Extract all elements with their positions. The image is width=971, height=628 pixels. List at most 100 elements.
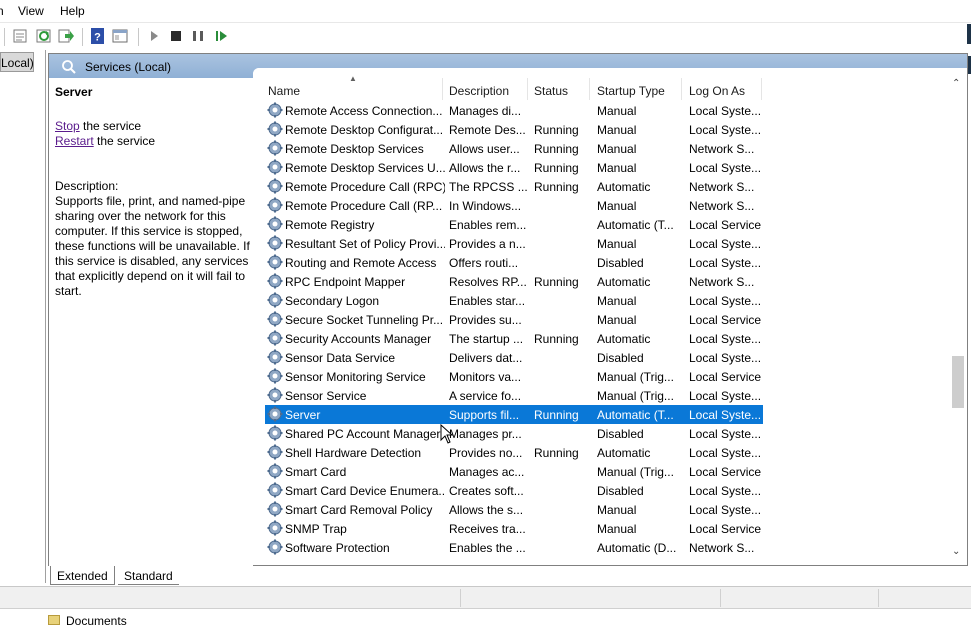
cell-log-on-as: Network S... (689, 541, 755, 555)
table-row[interactable]: Remote Registry Enables rem... Automatic (… (265, 215, 763, 234)
column-header-startup-type[interactable]: Startup Type (597, 84, 665, 98)
table-row[interactable]: RPC Endpoint Mapper Resolves RP... Running… (265, 272, 763, 291)
gear-icon (267, 178, 283, 194)
cell-name: Security Accounts Manager (285, 332, 432, 346)
status-bar (0, 586, 971, 608)
cell-startup-type: Automatic (597, 275, 651, 289)
gear-icon (267, 463, 283, 479)
column-divider[interactable] (681, 78, 682, 100)
cell-description: In Windows... (449, 199, 522, 213)
table-row[interactable]: Server Supports fil... Running Automatic (T… (265, 405, 763, 424)
toolbar-separator (4, 28, 5, 46)
description-label: Description: (55, 179, 119, 193)
cell-startup-type: Manual (597, 142, 637, 156)
table-row[interactable]: Smart Card Removal Policy Allows the s...… (265, 500, 763, 519)
play-icon[interactable] (146, 28, 162, 44)
cell-startup-type: Disabled (597, 427, 644, 441)
restart-suffix: the service (93, 134, 156, 148)
table-row[interactable]: Remote Procedure Call (RPC) The RPCSS ...… (265, 177, 763, 196)
status-divider (460, 589, 461, 607)
cell-log-on-as: Local Syste... (689, 237, 762, 251)
table-row[interactable]: Smart Card Manages ac... Manual (Trig... Lo… (265, 462, 763, 481)
stop-icon[interactable] (168, 28, 184, 44)
export-icon[interactable] (58, 28, 74, 44)
tab-extended[interactable]: Extended (50, 566, 115, 585)
table-row[interactable]: Sensor Data Service Delivers dat... Disabl… (265, 348, 763, 367)
cell-log-on-as: Local Service (689, 370, 762, 384)
cell-log-on-as: Local Syste... (689, 294, 762, 308)
gear-icon (267, 387, 283, 403)
table-row[interactable]: Secondary Logon Enables star... Manual Loca… (265, 291, 763, 310)
cell-status: Running (534, 142, 579, 156)
table-row[interactable]: Smart Card Device Enumera... Creates soft… (265, 481, 763, 500)
cell-description: The RPCSS ... (449, 180, 528, 194)
help-icon[interactable]: ? (90, 28, 106, 44)
cell-log-on-as: Network S... (689, 180, 755, 194)
table-row[interactable]: Routing and Remote Access Offers routi...… (265, 253, 763, 272)
column-header-name[interactable]: Name (268, 84, 300, 98)
stop-link[interactable]: Stop (55, 119, 80, 133)
cell-name: Sensor Service (285, 389, 367, 403)
restart-link[interactable]: Restart (55, 134, 94, 148)
cell-description: A service fo... (449, 389, 522, 403)
cell-startup-type: Manual (Trig... (597, 465, 674, 479)
scroll-up-icon[interactable]: ⌃ (952, 78, 960, 89)
table-row[interactable]: Sensor Monitoring Service Monitors va... M… (265, 367, 763, 386)
table-row[interactable]: Secure Socket Tunneling Pr... Provides su… (265, 310, 763, 329)
vertical-scrollbar[interactable]: ⌃ ⌄ (949, 68, 967, 562)
menu-item-help[interactable]: Help (60, 4, 85, 18)
documents-item[interactable]: Documents (66, 614, 127, 628)
column-header-log-on-as[interactable]: Log On As (689, 84, 745, 98)
menu-item-view[interactable]: View (18, 4, 44, 18)
restart-icon[interactable] (214, 28, 230, 44)
cell-name: Remote Procedure Call (RPC) (285, 180, 445, 194)
column-header-description[interactable]: Description (449, 84, 509, 98)
table-row[interactable]: Remote Procedure Call (RP... In Windows..… (265, 196, 763, 215)
scroll-down-icon[interactable]: ⌄ (952, 546, 960, 557)
table-row[interactable]: Sensor Service A service fo... Manual (Tri… (265, 386, 763, 405)
status-divider (720, 589, 721, 607)
cell-startup-type: Manual (597, 199, 637, 213)
table-row[interactable]: Remote Access Connection... Manages di...… (265, 101, 763, 120)
table-row[interactable]: Remote Desktop Services Allows user... Run… (265, 139, 763, 158)
selected-service-name: Server (55, 85, 93, 99)
table-row[interactable]: SNMP Trap Receives tra... Manual Local Serv… (265, 519, 763, 538)
menu-item-action[interactable]: n (0, 4, 4, 18)
column-header-status[interactable]: Status (534, 84, 568, 98)
cell-status: Running (534, 408, 579, 422)
cell-description: Remote Des... (449, 123, 526, 137)
properties-icon[interactable] (12, 28, 28, 44)
table-row[interactable]: Security Accounts Manager The startup ...… (265, 329, 763, 348)
column-divider[interactable] (442, 78, 443, 100)
console-icon[interactable] (112, 28, 128, 44)
cell-startup-type: Disabled (597, 256, 644, 270)
column-divider[interactable] (589, 78, 590, 100)
cell-name: Remote Desktop Services U... (285, 161, 445, 175)
tree-node-services-local[interactable]: Local) (0, 52, 34, 72)
scrollbar-thumb[interactable] (952, 356, 964, 408)
table-row[interactable]: Software Protection Enables the ... Automa… (265, 538, 763, 557)
gear-icon (267, 330, 283, 346)
cell-log-on-as: Local Syste... (689, 332, 762, 346)
cell-name: Sensor Data Service (285, 351, 396, 365)
table-row[interactable]: Shell Hardware Detection Provides no... Ru… (265, 443, 763, 462)
gear-icon (267, 482, 283, 498)
cell-description: Manages di... (449, 104, 522, 118)
tab-standard[interactable]: Standard (118, 566, 179, 585)
pause-icon[interactable] (190, 28, 206, 44)
column-divider[interactable] (761, 78, 762, 100)
column-divider[interactable] (527, 78, 528, 100)
cell-description: Delivers dat... (449, 351, 523, 365)
cell-description: Manages pr... (449, 427, 522, 441)
status-divider (878, 589, 879, 607)
refresh-icon[interactable] (36, 28, 52, 44)
table-row[interactable]: Shared PC Account Manager Manages pr... Di… (265, 424, 763, 443)
cell-name: Secondary Logon (285, 294, 380, 308)
table-row[interactable]: Resultant Set of Policy Provi... Provides… (265, 234, 763, 253)
cell-name: Remote Access Connection... (285, 104, 443, 118)
cell-status: Running (534, 332, 579, 346)
cell-log-on-as: Local Syste... (689, 389, 762, 403)
table-row[interactable]: Remote Desktop Configurat... Remote Des..… (265, 120, 763, 139)
cell-status: Running (534, 123, 579, 137)
table-row[interactable]: Remote Desktop Services U... Allows the r… (265, 158, 763, 177)
